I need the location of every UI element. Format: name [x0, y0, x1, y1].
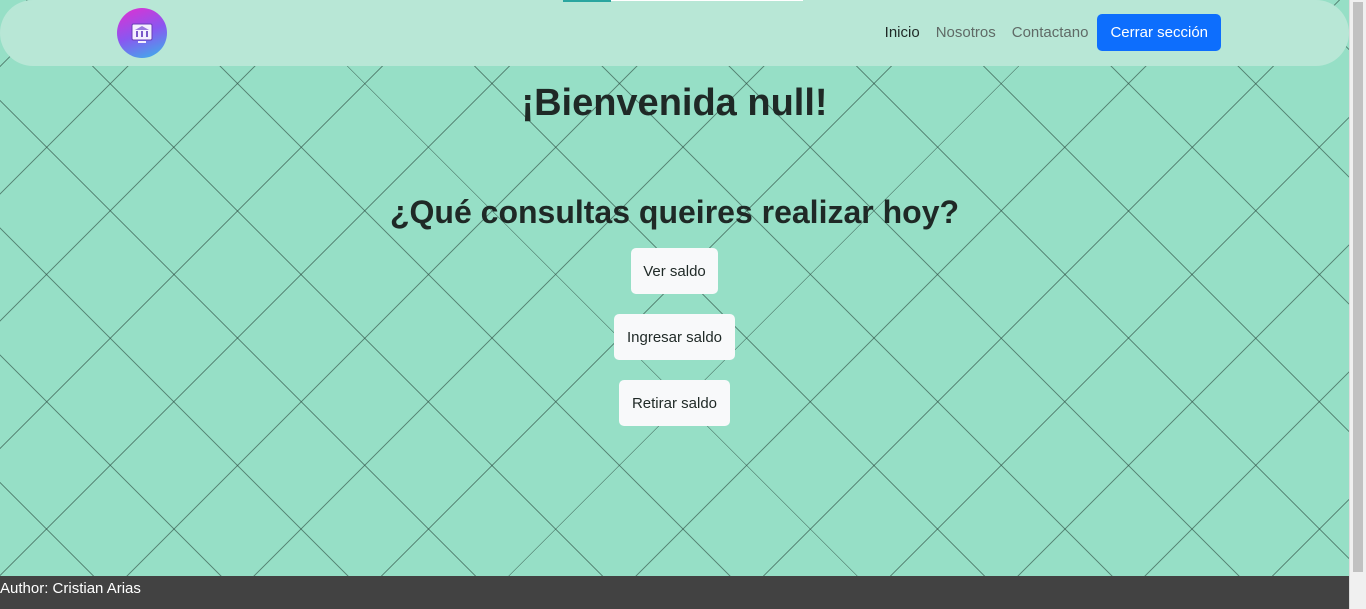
nav-link-contactano[interactable]: Contactano	[1012, 24, 1089, 41]
navbar: Inicio Nosotros Contactano Cerrar secció…	[0, 0, 1349, 66]
scrollbar-thumb[interactable]	[1353, 2, 1363, 572]
welcome-heading: ¡Bienvenida null!	[521, 82, 828, 124]
top-accent-line-light	[611, 0, 803, 1]
ver-saldo-button[interactable]: Ver saldo	[631, 248, 718, 294]
nav-link-inicio[interactable]: Inicio	[885, 24, 920, 41]
footer: Author: Cristian Arias	[0, 576, 1349, 609]
vertical-scrollbar[interactable]	[1349, 0, 1366, 609]
logout-button[interactable]: Cerrar sección	[1097, 14, 1221, 51]
page: Inicio Nosotros Contactano Cerrar secció…	[0, 0, 1366, 609]
nav-links: Inicio Nosotros Contactano Cerrar secció…	[885, 14, 1221, 51]
bank-icon	[131, 23, 153, 43]
nav-link-nosotros[interactable]: Nosotros	[936, 24, 996, 41]
top-accent-line	[563, 0, 611, 2]
logo[interactable]	[117, 8, 167, 58]
question-heading: ¿Qué consultas queires realizar hoy?	[389, 194, 960, 230]
footer-author: Author: Cristian Arias	[0, 580, 141, 597]
retirar-saldo-button[interactable]: Retirar saldo	[619, 380, 730, 426]
ingresar-saldo-button[interactable]: Ingresar saldo	[614, 314, 735, 360]
